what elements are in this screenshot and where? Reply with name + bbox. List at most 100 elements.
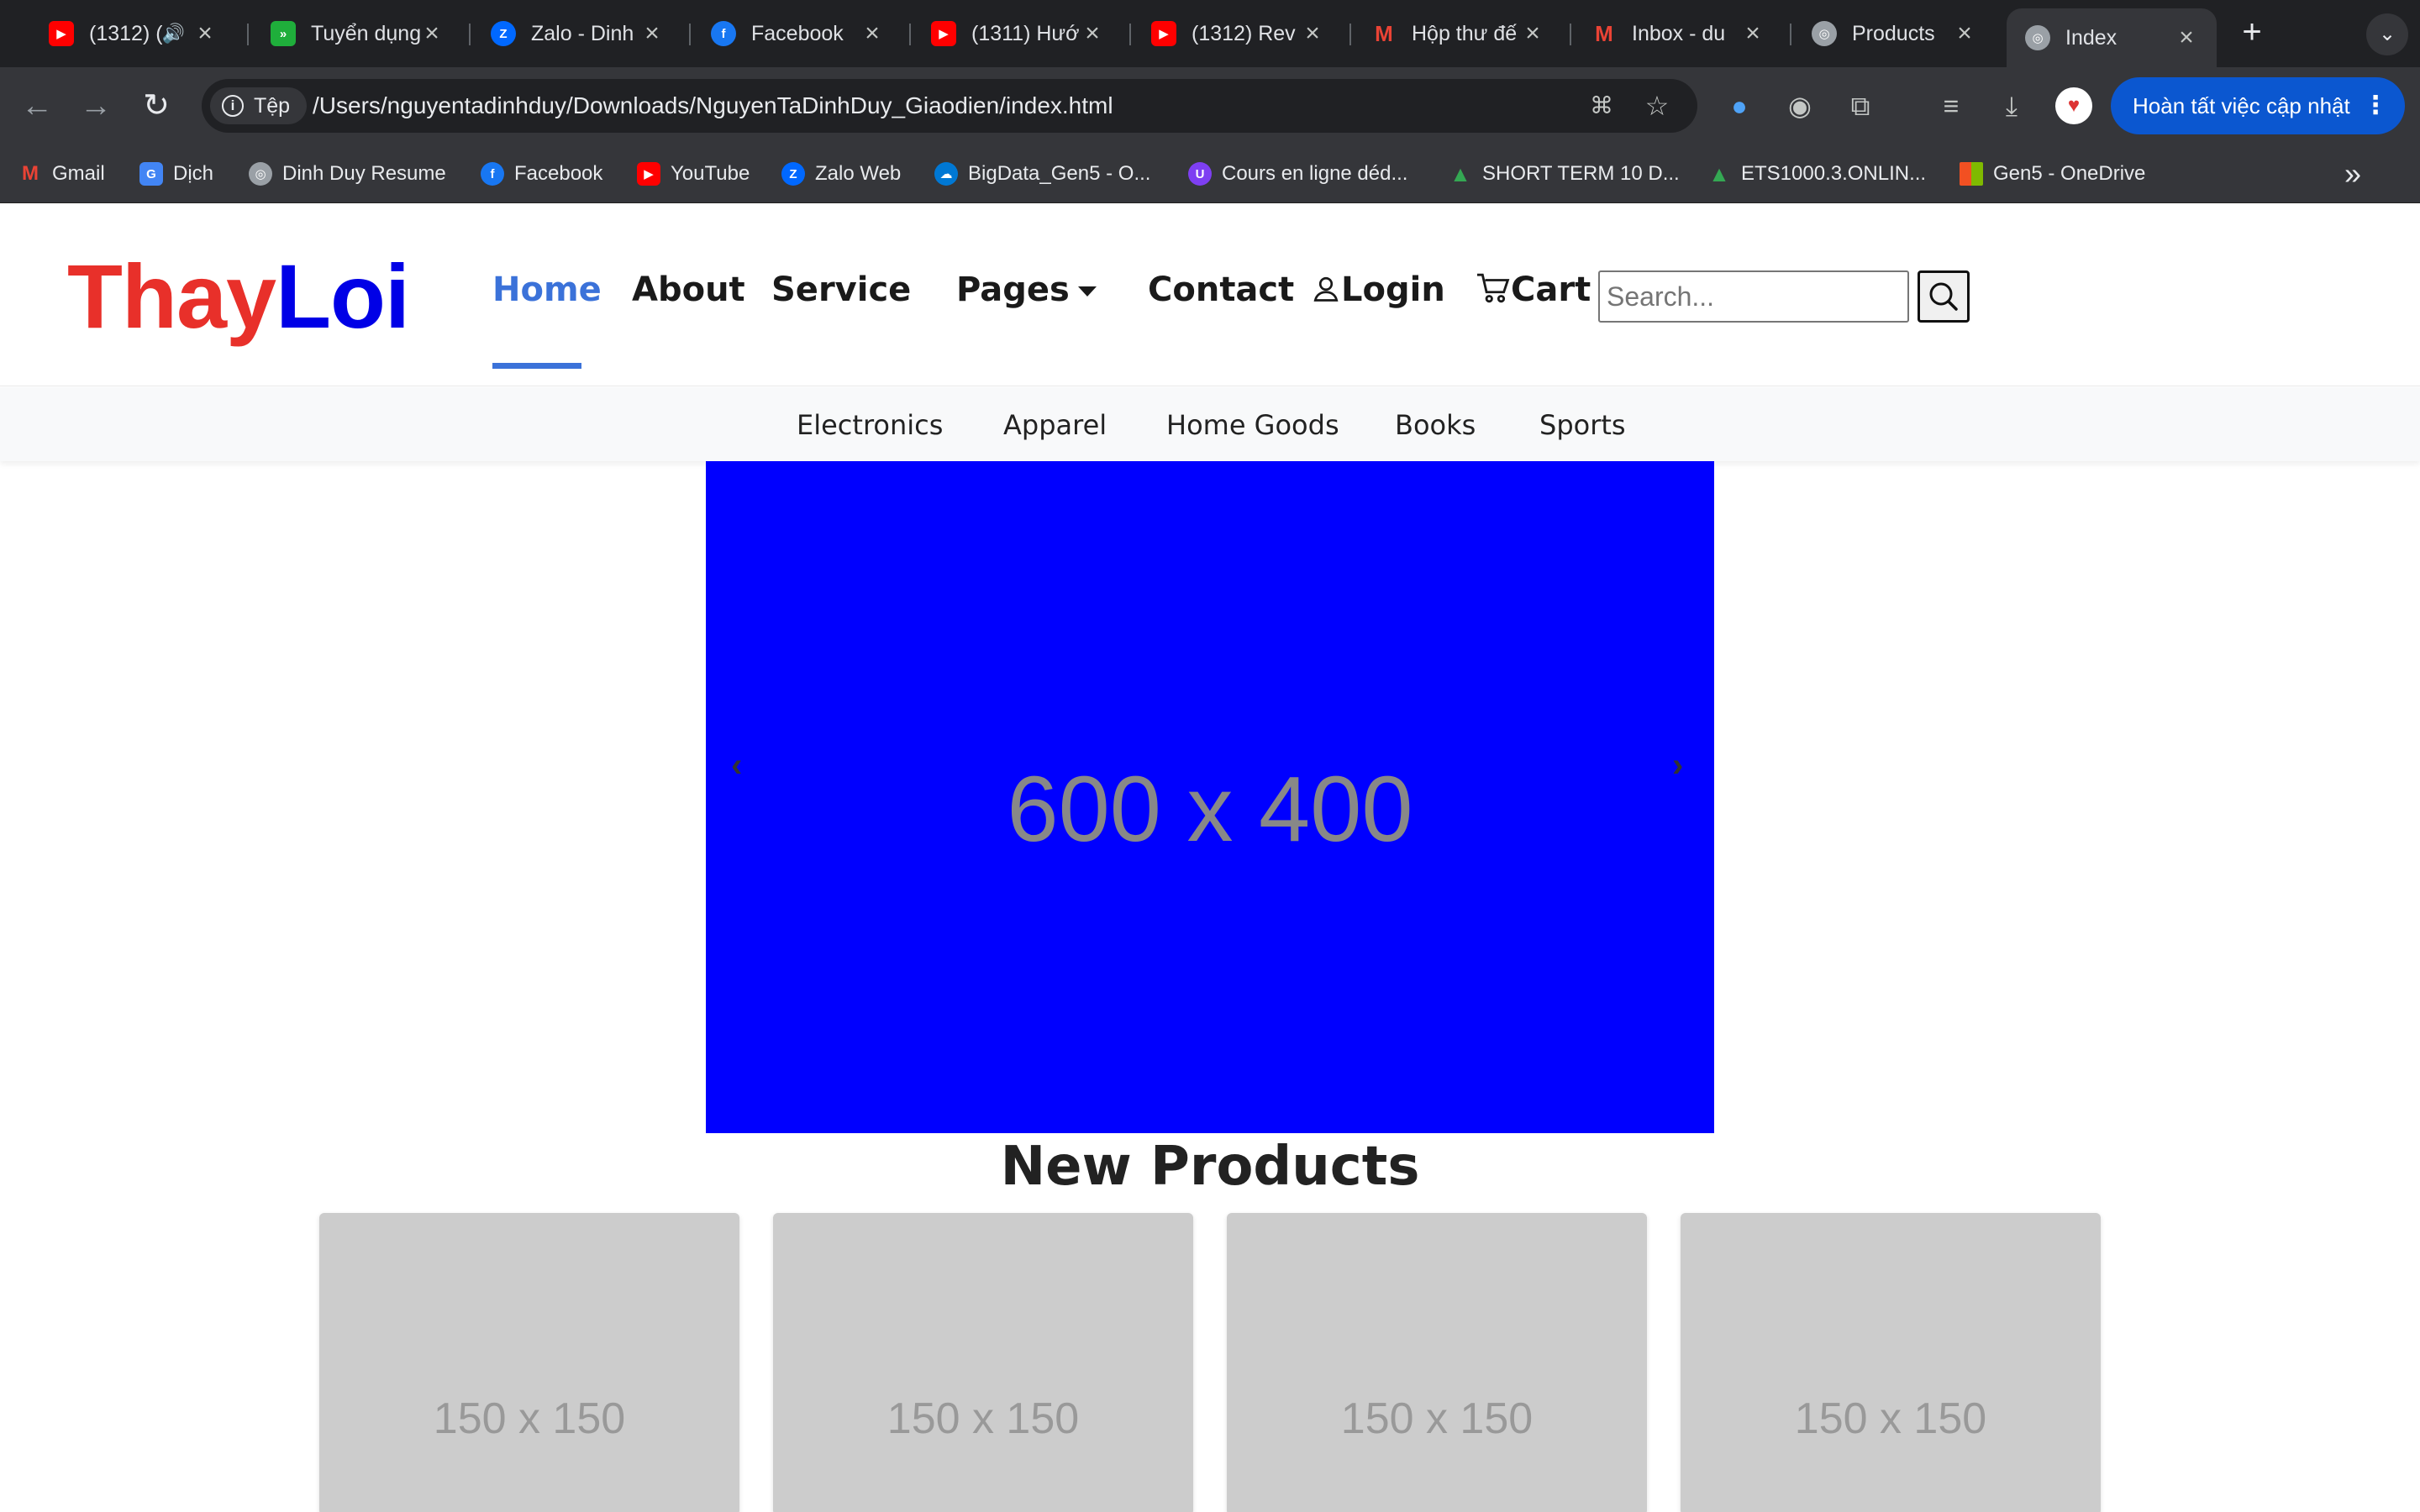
- globe-icon: ◎: [1812, 21, 1837, 46]
- cart-icon: [1477, 273, 1510, 303]
- bookmark-item[interactable]: Z Zalo Web: [781, 160, 901, 188]
- category-bar: Electronics Apparel Home Goods Books Spo…: [0, 387, 2420, 461]
- browser-tab[interactable]: ◎ Products ×: [1793, 12, 1995, 55]
- more-menu-icon[interactable]: ⋮: [2363, 77, 2388, 134]
- carousel-prev-button[interactable]: ‹: [731, 747, 742, 785]
- browser-tab-active[interactable]: ◎ Index ×: [2007, 8, 2217, 67]
- product-card[interactable]: 150 x 150: [319, 1213, 739, 1512]
- youtube-icon: ▶: [1151, 21, 1176, 46]
- zalo-icon: Z: [781, 162, 805, 186]
- nav-about-link[interactable]: About: [632, 270, 745, 309]
- site-info-chip[interactable]: i Tệp: [210, 87, 308, 124]
- hero-carousel: 600 x 400 ‹ ›: [706, 461, 1714, 1133]
- browser-tab[interactable]: M Hộp thư đế ×: [1353, 12, 1563, 55]
- tab-separator: [1129, 24, 1131, 45]
- browser-tab[interactable]: ▶ (1312) Rev ×: [1133, 12, 1343, 55]
- bookmark-item[interactable]: G Dịch: [139, 160, 213, 188]
- bookmark-star-icon[interactable]: ☆: [1642, 91, 1672, 121]
- search-button[interactable]: [1918, 270, 1970, 323]
- close-icon[interactable]: ×: [1521, 19, 1544, 48]
- facebook-icon: f: [711, 21, 736, 46]
- url-text[interactable]: /Users/nguyentadinhduy/Downloads/NguyenT…: [313, 79, 1113, 133]
- close-icon[interactable]: ×: [860, 19, 884, 48]
- globe-icon: ◎: [249, 162, 272, 186]
- browser-tab[interactable]: M Inbox - du ×: [1573, 12, 1783, 55]
- download-icon[interactable]: ⤓: [1993, 87, 2030, 124]
- extension-drop-icon[interactable]: ●: [1721, 87, 1758, 124]
- address-bar[interactable]: i Tệp /Users/nguyentadinhduy/Downloads/N…: [202, 79, 1697, 133]
- category-electronics[interactable]: Electronics: [797, 409, 943, 441]
- browser-tab[interactable]: Z Zalo - Dinh ×: [472, 12, 682, 55]
- bookmark-item[interactable]: ▲ ETS1000.3.ONLIN...: [1707, 160, 1926, 188]
- media-control-icon[interactable]: ≡: [1933, 87, 1970, 124]
- tab-search-button[interactable]: ⌄: [2366, 13, 2408, 55]
- tab-separator: [1570, 24, 1571, 45]
- bookmark-item[interactable]: ▶ YouTube: [637, 160, 750, 188]
- tab-separator: [247, 24, 249, 45]
- site-logo[interactable]: ThayLoi: [67, 244, 410, 349]
- bookmark-item[interactable]: ◎ Dinh Duy Resume: [249, 160, 446, 188]
- profile-avatar[interactable]: ♥: [2055, 87, 2092, 124]
- caret-down-icon: [1077, 286, 1097, 297]
- info-icon: i: [222, 95, 244, 117]
- product-card[interactable]: 150 x 150: [1227, 1213, 1647, 1512]
- tuyendung-icon: »: [271, 21, 296, 46]
- browser-tab[interactable]: » Tuyển dụng ×: [252, 12, 462, 55]
- chevron-double-right-icon[interactable]: »: [2344, 156, 2361, 192]
- category-apparel[interactable]: Apparel: [1003, 409, 1107, 441]
- category-books[interactable]: Books: [1395, 409, 1476, 441]
- product-card[interactable]: 150 x 150: [1681, 1213, 2101, 1512]
- search-icon: [1929, 282, 1958, 311]
- extension-circle-icon[interactable]: ◉: [1781, 87, 1818, 124]
- youtube-icon: ▶: [49, 21, 74, 46]
- close-icon[interactable]: ×: [2175, 24, 2198, 52]
- browser-toolbar: ← → ↻ i Tệp /Users/nguyentadinhduy/Downl…: [0, 67, 2420, 144]
- reload-button[interactable]: ↻: [134, 84, 178, 128]
- nav-contact-link[interactable]: Contact: [1148, 270, 1294, 309]
- translate-icon[interactable]: ⌘: [1586, 91, 1617, 121]
- bookmark-item[interactable]: ☁ BigData_Gen5 - O...: [934, 160, 1150, 188]
- speaker-icon[interactable]: 🔊: [162, 23, 185, 45]
- close-icon[interactable]: ×: [420, 19, 444, 48]
- new-tab-button[interactable]: +: [2233, 15, 2270, 52]
- category-sports[interactable]: Sports: [1539, 409, 1626, 441]
- forward-button[interactable]: →: [74, 84, 118, 128]
- product-card[interactable]: 150 x 150: [773, 1213, 1193, 1512]
- nav-service-link[interactable]: Service: [771, 270, 911, 309]
- bookmark-item[interactable]: M Gmail: [18, 160, 105, 188]
- bookmark-item[interactable]: f Facebook: [481, 160, 602, 188]
- close-icon[interactable]: ×: [1081, 19, 1104, 48]
- close-icon[interactable]: ×: [1741, 19, 1765, 48]
- onedrive-icon: ☁: [934, 162, 958, 186]
- browser-tab[interactable]: ▶ (1311) Hướ ×: [913, 12, 1123, 55]
- site-header: ThayLoi Home About Service Pages Contact…: [0, 203, 2420, 386]
- web-page: ThayLoi Home About Service Pages Contact…: [0, 203, 2420, 1512]
- update-browser-button[interactable]: Hoàn tất việc cập nhật ⋮: [2111, 77, 2405, 134]
- nav-cart-link[interactable]: Cart: [1476, 270, 1591, 309]
- close-icon[interactable]: ×: [193, 19, 217, 48]
- close-icon[interactable]: ×: [1301, 19, 1324, 48]
- carousel-next-button[interactable]: ›: [1672, 747, 1683, 785]
- back-button[interactable]: ←: [15, 84, 59, 128]
- extensions-puzzle-icon[interactable]: ⧉: [1842, 87, 1879, 124]
- tab-separator: [1790, 24, 1791, 45]
- nav-pages-dropdown[interactable]: Pages: [956, 270, 1097, 309]
- close-icon[interactable]: ×: [640, 19, 664, 48]
- nav-home-link[interactable]: Home: [492, 270, 602, 309]
- new-products-heading: New Products: [1000, 1136, 1420, 1198]
- gmail-icon: M: [1375, 20, 1393, 46]
- search-input[interactable]: [1598, 270, 1909, 323]
- gmail-icon: M: [22, 162, 39, 185]
- browser-tab[interactable]: f Facebook ×: [692, 12, 902, 55]
- bookmark-item[interactable]: Gen5 - OneDrive: [1960, 160, 2145, 188]
- user-icon: [1313, 276, 1339, 302]
- bookmark-item[interactable]: ▲ SHORT TERM 10 D...: [1449, 160, 1680, 188]
- active-nav-indicator: [492, 363, 581, 369]
- close-icon[interactable]: ×: [1953, 19, 1976, 48]
- product-image-placeholder: 150 x 150: [1794, 1394, 1987, 1443]
- bookmark-item[interactable]: U Cours en ligne déd...: [1188, 160, 1407, 188]
- youtube-icon: ▶: [931, 21, 956, 46]
- nav-login-link[interactable]: Login: [1311, 270, 1445, 309]
- browser-tab[interactable]: ▶ (1312) ( 🔊 ×: [30, 12, 235, 55]
- category-home-goods[interactable]: Home Goods: [1166, 409, 1339, 441]
